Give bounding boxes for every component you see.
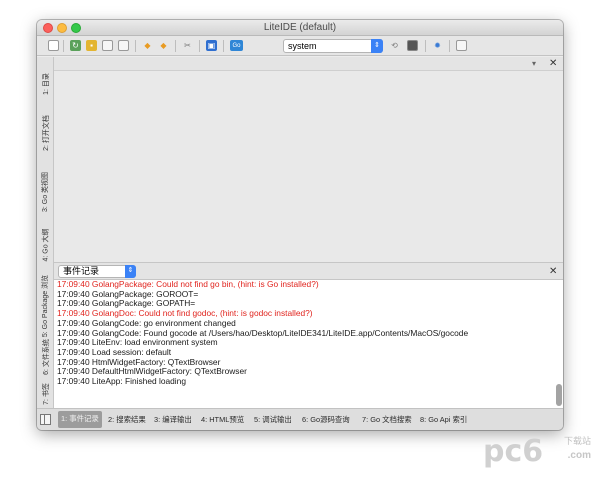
output-panel-header: 事件记录 ⇕ ✕: [54, 262, 563, 280]
bottom-tab-html-preview[interactable]: 4: HTML预览: [201, 414, 244, 425]
sidebar-tab-directory[interactable]: 1: 目录: [39, 69, 52, 99]
bottom-tab-bar: 1: 事件记录 2: 搜索结果 3: 编译输出 4: HTML预览 5: 调试输…: [37, 408, 563, 430]
toolbar-separator: [175, 40, 176, 52]
toolbar-separator: [135, 40, 136, 52]
window-title: LiteIDE (default): [263, 22, 337, 33]
chevron-down-icon: ⇕: [125, 265, 136, 278]
sidebar-tab-open-docs[interactable]: 2: 打开文档: [39, 109, 52, 157]
refresh-icon[interactable]: ⟲: [389, 40, 400, 51]
settings-icon[interactable]: ✹: [432, 40, 443, 51]
toolbar-separator: [199, 40, 200, 52]
bottom-tab-go-source-query[interactable]: 6: Go源码查询: [302, 414, 350, 425]
open-file-icon[interactable]: ↻: [70, 40, 81, 51]
terminal-icon[interactable]: [407, 40, 418, 51]
toolbar-separator: [449, 40, 450, 52]
toolbar-separator: [425, 40, 426, 52]
sidebar-tab-go-package-browser[interactable]: 5: Go Package 浏览: [39, 267, 52, 345]
title-bar: LiteIDE (default): [37, 20, 563, 36]
output-close-button[interactable]: ✕: [549, 266, 557, 278]
bottom-tab-debug-output[interactable]: 5: 调试输出: [254, 414, 292, 425]
watermark-sub: 下载站: [563, 436, 591, 446]
environment-select[interactable]: system ⇕: [283, 39, 383, 53]
forward-icon[interactable]: ◆: [158, 40, 169, 51]
bottom-tab-search-results[interactable]: 2: 搜索结果: [108, 414, 146, 425]
bottom-tab-event-log[interactable]: 1: 事件记录: [58, 411, 102, 428]
editor-menu-button[interactable]: ▾: [532, 58, 536, 70]
log-scroll-thumb[interactable]: [556, 384, 562, 406]
sidebar-tab-go-class-view[interactable]: 3: Go 类视图: [39, 167, 52, 217]
editor-close-button[interactable]: ✕: [549, 58, 557, 70]
toggle-sidebar-icon[interactable]: [40, 414, 51, 425]
watermark-logo: pc6 下载站 .com: [483, 430, 595, 474]
toolbar-separator: [63, 40, 64, 52]
bottom-tab-go-api-index[interactable]: 8: Go Api 索引: [420, 414, 467, 425]
toolbar-separator: [223, 40, 224, 52]
app-icon[interactable]: ▣: [206, 40, 217, 51]
editor-area[interactable]: [54, 71, 563, 262]
watermark-domain: .com: [567, 450, 591, 461]
save-icon[interactable]: [102, 40, 113, 51]
editor-header: ▾ ✕: [54, 57, 563, 71]
sidebar-tab-go-outline[interactable]: 4: Go 大纲: [39, 225, 52, 265]
open-folder-icon[interactable]: ▪: [86, 40, 97, 51]
main-toolbar: ↻ ▪ ◆ ◆ ✂ ▣ Go system ⇕ ⟲ ✹: [37, 36, 563, 56]
environment-value: system: [288, 41, 317, 51]
back-icon[interactable]: ◆: [142, 40, 153, 51]
go-env-icon[interactable]: Go: [230, 40, 243, 51]
bottom-tab-go-doc-search[interactable]: 7: Go 文档搜索: [362, 414, 412, 425]
window-icon[interactable]: [456, 40, 467, 51]
left-sidebar: 1: 目录 2: 打开文档 3: Go 类视图 4: Go 大纲 5: Go P…: [37, 57, 54, 414]
output-type-value: 事件记录: [63, 266, 100, 276]
log-line: 17:09:40 LiteApp: Finished loading: [57, 376, 186, 387]
log-scrollbar[interactable]: [556, 282, 562, 406]
save-all-icon[interactable]: [118, 40, 129, 51]
log-list: 17:09:40 GolangPackage: Could not find g…: [54, 280, 563, 387]
chevron-down-icon: ⇕: [371, 39, 383, 53]
output-type-select[interactable]: 事件记录 ⇕: [58, 265, 136, 278]
liteide-window: LiteIDE (default) ↻ ▪ ◆ ◆ ✂ ▣ Go system …: [37, 20, 563, 430]
sidebar-tab-bookmarks[interactable]: 7: 书签: [39, 380, 52, 408]
new-file-icon[interactable]: [48, 40, 59, 51]
tools-icon[interactable]: ✂: [182, 40, 193, 51]
event-log-output[interactable]: 17:09:40 GolangPackage: Could not find g…: [54, 280, 563, 408]
sidebar-tab-filesystem[interactable]: 6: 文件系统: [39, 337, 52, 377]
watermark-brand: pc6: [483, 434, 544, 469]
bottom-tab-build-output[interactable]: 3: 编译输出: [154, 414, 192, 425]
